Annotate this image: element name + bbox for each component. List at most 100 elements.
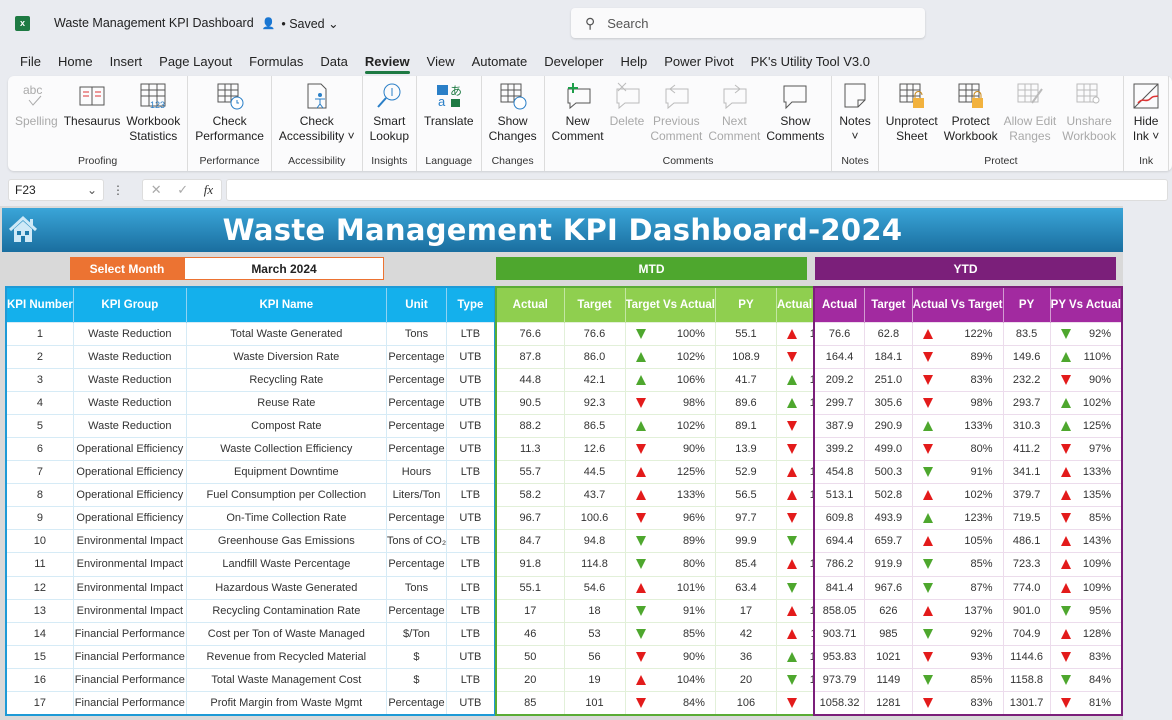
kpi-number-cell[interactable]: 8 bbox=[5, 483, 74, 508]
tab-help[interactable]: Help bbox=[621, 54, 648, 69]
tab-data[interactable]: Data bbox=[320, 54, 347, 69]
ytd-py-cell[interactable]: 293.7 bbox=[1002, 390, 1051, 415]
mtd-py-cell[interactable]: 89.1 bbox=[714, 413, 777, 438]
ytd-target-cell[interactable]: 184.1 bbox=[864, 344, 913, 369]
mtd-target-vs-actual-cell[interactable]: 90% bbox=[624, 644, 716, 669]
kpi-number-cell[interactable]: 1 bbox=[5, 321, 74, 346]
type-cell[interactable]: LTB bbox=[446, 460, 496, 485]
unit-cell[interactable]: Percentage bbox=[385, 344, 448, 369]
kpi-number-cell[interactable]: 2 bbox=[5, 344, 74, 369]
mtd-py-cell[interactable]: 17 bbox=[714, 598, 777, 623]
kpi-name-cell[interactable]: Waste Collection Efficiency bbox=[185, 436, 387, 462]
mtd-py-cell[interactable]: 20 bbox=[714, 667, 777, 693]
mtd-target-vs-actual-cell[interactable]: 104% bbox=[624, 667, 716, 693]
mtd-actual-cell[interactable]: 55.1 bbox=[495, 575, 565, 600]
mtd-actual-cell[interactable]: 87.8 bbox=[495, 344, 565, 369]
mtd-target-cell[interactable]: 42.1 bbox=[563, 367, 626, 392]
type-cell[interactable]: LTB bbox=[446, 598, 496, 623]
unit-cell[interactable]: Percentage bbox=[385, 436, 448, 462]
ytd-actual-cell[interactable]: 1058.32 bbox=[813, 690, 866, 716]
ytd-target-cell[interactable]: 919.9 bbox=[864, 552, 913, 577]
ytd-target-cell[interactable]: 502.8 bbox=[864, 483, 913, 508]
mtd-target-cell[interactable]: 94.8 bbox=[563, 529, 626, 554]
mtd-py-cell[interactable]: 55.1 bbox=[714, 321, 777, 346]
type-cell[interactable]: LTB bbox=[446, 621, 496, 646]
kpi-group-cell[interactable]: Financial Performance bbox=[72, 690, 187, 716]
kpi-number-cell[interactable]: 14 bbox=[5, 621, 74, 646]
mtd-target-cell[interactable]: 19 bbox=[563, 667, 626, 693]
mtd-target-vs-actual-cell[interactable]: 133% bbox=[624, 483, 716, 508]
type-cell[interactable]: LTB bbox=[446, 529, 496, 554]
mtd-target-cell[interactable]: 86.0 bbox=[563, 344, 626, 369]
tab-file[interactable]: File bbox=[20, 54, 41, 69]
kpi-group-cell[interactable]: Operational Efficiency bbox=[72, 460, 187, 485]
tab-automate[interactable]: Automate bbox=[472, 54, 528, 69]
mtd-target-cell[interactable]: 100.6 bbox=[563, 506, 626, 531]
mtd-target-vs-actual-cell[interactable]: 85% bbox=[624, 621, 716, 646]
mtd-target-cell[interactable]: 101 bbox=[563, 690, 626, 716]
ytd-py-vs-actual-cell[interactable]: 92% bbox=[1049, 321, 1123, 346]
tab-pk-s-utility-tool-v3-0[interactable]: PK's Utility Tool V3.0 bbox=[751, 54, 870, 69]
type-cell[interactable]: UTB bbox=[446, 436, 496, 462]
kpi-number-cell[interactable]: 9 bbox=[5, 506, 74, 531]
tab-view[interactable]: View bbox=[427, 54, 455, 69]
kpi-number-cell[interactable]: 6 bbox=[5, 436, 74, 462]
ytd-actual-cell[interactable]: 694.4 bbox=[813, 529, 866, 554]
mtd-target-vs-actual-cell[interactable]: 89% bbox=[624, 529, 716, 554]
type-cell[interactable]: UTB bbox=[446, 413, 496, 438]
unit-cell[interactable]: Percentage bbox=[385, 690, 448, 716]
kpi-name-cell[interactable]: Total Waste Generated bbox=[185, 321, 387, 346]
mtd-actual-cell[interactable]: 84.7 bbox=[495, 529, 565, 554]
ytd-py-vs-actual-cell[interactable]: 110% bbox=[1049, 344, 1123, 369]
tab-developer[interactable]: Developer bbox=[544, 54, 603, 69]
tab-power-pivot[interactable]: Power Pivot bbox=[664, 54, 733, 69]
ytd-actual-vs-target-cell[interactable]: 105% bbox=[911, 529, 1004, 554]
kpi-name-cell[interactable]: Recycling Contamination Rate bbox=[185, 598, 387, 623]
ytd-actual-vs-target-cell[interactable]: 92% bbox=[911, 621, 1004, 646]
kpi-number-cell[interactable]: 17 bbox=[5, 690, 74, 716]
kpi-group-cell[interactable]: Operational Efficiency bbox=[72, 483, 187, 508]
mtd-target-vs-actual-cell[interactable]: 101% bbox=[624, 575, 716, 600]
tab-home[interactable]: Home bbox=[58, 54, 93, 69]
mtd-target-vs-actual-cell[interactable]: 102% bbox=[624, 413, 716, 438]
ytd-py-cell[interactable]: 774.0 bbox=[1002, 575, 1051, 600]
mtd-py-cell[interactable]: 106 bbox=[714, 690, 777, 716]
unit-cell[interactable]: $ bbox=[385, 644, 448, 669]
ytd-actual-vs-target-cell[interactable]: 98% bbox=[911, 390, 1004, 415]
shared-users-icon[interactable]: 👤 bbox=[262, 17, 276, 30]
mtd-target-cell[interactable]: 44.5 bbox=[563, 460, 626, 485]
mtd-target-cell[interactable]: 76.6 bbox=[563, 321, 626, 346]
kpi-group-cell[interactable]: Waste Reduction bbox=[72, 344, 187, 369]
kpi-name-cell[interactable]: Equipment Downtime bbox=[185, 460, 387, 485]
type-cell[interactable]: UTB bbox=[446, 344, 496, 369]
kpi-number-cell[interactable]: 4 bbox=[5, 390, 74, 415]
type-cell[interactable]: UTB bbox=[446, 644, 496, 669]
ytd-py-cell[interactable]: 310.3 bbox=[1002, 413, 1051, 438]
mtd-actual-cell[interactable]: 55.7 bbox=[495, 460, 565, 485]
ytd-target-cell[interactable]: 1281 bbox=[864, 690, 913, 716]
mtd-actual-cell[interactable]: 91.8 bbox=[495, 552, 565, 577]
ytd-py-vs-actual-cell[interactable]: 97% bbox=[1049, 436, 1123, 462]
month-selector[interactable]: March 2024 bbox=[184, 257, 384, 280]
kpi-group-cell[interactable]: Operational Efficiency bbox=[72, 436, 187, 462]
ytd-py-vs-actual-cell[interactable]: 81% bbox=[1049, 690, 1123, 716]
type-cell[interactable]: LTB bbox=[446, 321, 496, 346]
ytd-py-vs-actual-cell[interactable]: 90% bbox=[1049, 367, 1123, 392]
unit-cell[interactable]: $/Ton bbox=[385, 621, 448, 646]
ytd-actual-cell[interactable]: 209.2 bbox=[813, 367, 866, 392]
ytd-actual-cell[interactable]: 973.79 bbox=[813, 667, 866, 693]
type-cell[interactable]: LTB bbox=[446, 552, 496, 577]
ytd-actual-vs-target-cell[interactable]: 83% bbox=[911, 367, 1004, 392]
mtd-actual-cell[interactable]: 58.2 bbox=[495, 483, 565, 508]
ytd-py-cell[interactable]: 232.2 bbox=[1002, 367, 1051, 392]
formula-input[interactable] bbox=[226, 179, 1168, 201]
kpi-group-cell[interactable]: Environmental Impact bbox=[72, 575, 187, 600]
ytd-actual-vs-target-cell[interactable]: 133% bbox=[911, 413, 1004, 438]
kpi-group-cell[interactable]: Financial Performance bbox=[72, 644, 187, 669]
saved-status[interactable]: • Saved ⌄ bbox=[281, 16, 338, 31]
kpi-number-cell[interactable]: 13 bbox=[5, 598, 74, 623]
kpi-name-cell[interactable]: On-Time Collection Rate bbox=[185, 506, 387, 531]
mtd-actual-cell[interactable]: 85 bbox=[495, 690, 565, 716]
kpi-name-cell[interactable]: Cost per Ton of Waste Managed bbox=[185, 621, 387, 646]
mtd-actual-cell[interactable]: 46 bbox=[495, 621, 565, 646]
